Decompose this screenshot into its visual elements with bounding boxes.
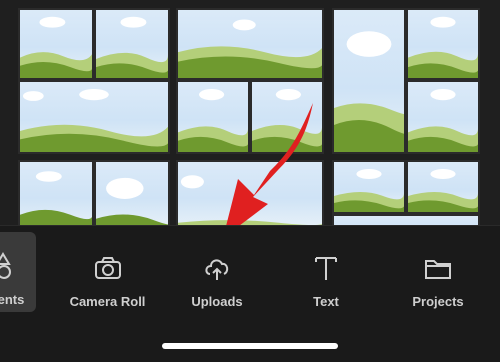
landscape-placeholder-icon: [178, 175, 322, 225]
nav-item-elements[interactable]: ents: [0, 232, 36, 312]
nav-item-label: Text: [313, 294, 339, 309]
nav-item-projects[interactable]: Projects: [402, 234, 474, 314]
nav-item-uploads[interactable]: Uploads: [176, 234, 258, 314]
template-thumbnail[interactable]: [94, 160, 170, 225]
template-grid: [0, 0, 500, 225]
landscape-placeholder-icon: [334, 216, 478, 225]
template-thumbnail[interactable]: [176, 160, 324, 225]
elements-icon: [0, 252, 11, 279]
template-thumbnail[interactable]: [332, 8, 406, 154]
template-thumbnail[interactable]: [94, 8, 170, 80]
template-thumbnail[interactable]: [18, 80, 170, 154]
landscape-placeholder-icon: [408, 169, 478, 212]
landscape-placeholder-icon: [178, 89, 248, 152]
text-icon: [315, 257, 337, 280]
folder-icon: [425, 260, 451, 279]
template-thumbnail[interactable]: [406, 160, 480, 214]
template-thumbnail[interactable]: [176, 8, 324, 80]
landscape-placeholder-icon: [252, 89, 322, 152]
template-thumbnail[interactable]: [250, 80, 324, 154]
landscape-placeholder-icon: [20, 171, 92, 225]
landscape-placeholder-icon: [178, 19, 322, 78]
landscape-placeholder-icon: [96, 16, 168, 78]
template-thumbnail[interactable]: [176, 80, 250, 154]
template-thumbnail[interactable]: [332, 160, 406, 214]
landscape-placeholder-icon: [20, 16, 92, 78]
nav-item-label: Camera Roll: [69, 294, 146, 309]
home-indicator[interactable]: [162, 343, 338, 349]
cloud-upload-icon: [205, 259, 229, 280]
landscape-placeholder-icon: [408, 16, 478, 78]
landscape-placeholder-icon: [334, 169, 404, 212]
bottom-navigation-bar: ents Camera Roll Uploads Text Projects: [0, 225, 500, 362]
template-thumbnail[interactable]: [406, 8, 480, 80]
camera-icon: [94, 257, 121, 279]
nav-item-label: Projects: [412, 294, 464, 309]
nav-item-text[interactable]: Text: [296, 234, 356, 314]
nav-item-camera-roll[interactable]: Camera Roll: [60, 234, 155, 314]
template-thumbnail[interactable]: [18, 8, 94, 80]
landscape-placeholder-icon: [408, 89, 478, 152]
landscape-placeholder-icon: [96, 177, 168, 225]
landscape-placeholder-icon: [334, 31, 404, 152]
template-thumbnail[interactable]: [406, 80, 480, 154]
landscape-placeholder-icon: [20, 89, 168, 152]
nav-item-label: ents: [0, 292, 25, 307]
template-thumbnail[interactable]: [18, 160, 94, 225]
nav-item-label: Uploads: [191, 294, 243, 309]
template-thumbnail[interactable]: [332, 214, 480, 225]
